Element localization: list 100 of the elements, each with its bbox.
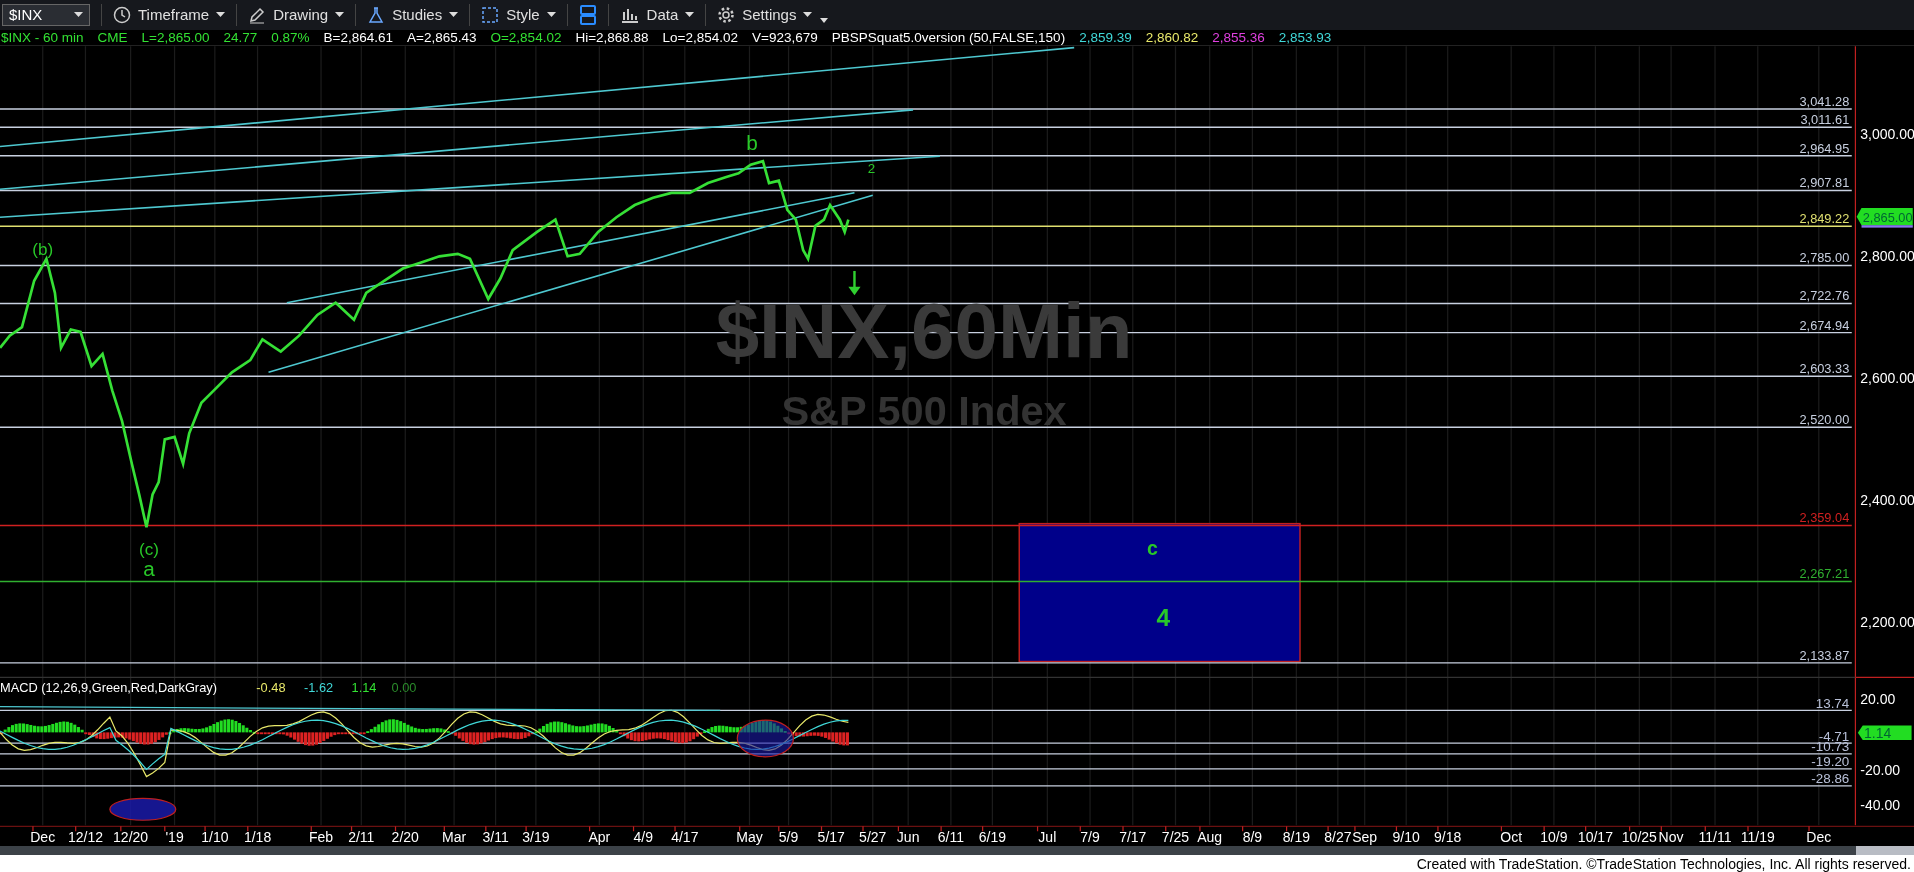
time-axis-label: '19: [165, 829, 184, 846]
time-axis-label: 1/18: [243, 829, 272, 846]
time-axis-label: 12/20: [113, 829, 149, 846]
price-level-label: 2,722.76: [1799, 288, 1850, 304]
price-level-label: 2,520.00: [1799, 412, 1850, 428]
time-axis-label: 6/19: [978, 829, 1007, 846]
macd-axis-label: -40.00: [1860, 797, 1901, 814]
toolbar-menu-button[interactable]: Drawing: [242, 0, 351, 29]
layout-icon: [578, 3, 597, 26]
legend-value: $INX - 60 min: [1, 29, 84, 45]
toolbar-menu-button[interactable]: Settings: [711, 0, 819, 29]
time-axis-label: 11/11: [1698, 829, 1732, 846]
legend-value: O=2,854.02: [490, 29, 562, 45]
macd-legend-value: 0.00: [391, 680, 417, 696]
legend-value: L=2,865.00: [141, 29, 210, 45]
legend-value: Hi=2,868.88: [575, 29, 649, 45]
price-level-label: 2,785.00: [1799, 250, 1850, 266]
macd-legend-value: 1.14: [351, 680, 377, 696]
toolbar-menu-button[interactable]: Data: [613, 0, 701, 29]
time-axis-label: 10/9: [1540, 829, 1568, 846]
copyright-text: Created with TradeStation. ©TradeStation Technologies, Inc. All rights reserved.: [1416, 855, 1911, 872]
price-level-label: 2,603.33: [1799, 361, 1850, 377]
time-axis-label: Oct: [1500, 829, 1523, 846]
legend-value: 2,860.82: [1145, 29, 1199, 45]
time-axis-label: Apr: [588, 829, 611, 846]
legend-value: A=2,865.43: [407, 29, 477, 45]
wave-label: 2: [867, 161, 876, 177]
time-axis-label: 7/9: [1080, 829, 1100, 846]
caret-icon: [335, 11, 345, 18]
horizontal-scrollbar[interactable]: [0, 846, 1914, 856]
price-level-label: 2,964.95: [1799, 140, 1850, 156]
wave-label: b: [746, 131, 758, 155]
legend-value: B=2,864.61: [323, 29, 393, 45]
time-axis-label: 3/19: [522, 829, 550, 846]
legend-value: 2,859.39: [1079, 29, 1132, 45]
last-price-tag: 2,865.00: [1856, 208, 1913, 228]
time-axis-label: 8/19: [1282, 829, 1310, 846]
price-axis-label: 2,200.00: [1860, 614, 1914, 631]
wave-label: (c): [138, 540, 159, 560]
price-axis-label: 2,600.00: [1860, 370, 1914, 387]
wave-label: (b): [32, 240, 54, 260]
time-axis-label: 4/9: [633, 829, 654, 846]
toolbar-menu-button[interactable]: Timeframe: [107, 0, 232, 29]
time-axis-label: 5/9: [778, 829, 799, 846]
time-axis-label: 5/27: [859, 829, 887, 846]
time-axis-label: 1/10: [201, 829, 229, 846]
time-axis-label: 10/25: [1621, 829, 1657, 846]
symbol-dropdown[interactable]: $INX: [2, 3, 90, 26]
macd-level-label: -4.71: [1818, 729, 1850, 745]
time-axis-label: Dec: [30, 829, 56, 846]
macd-legend-value: MACD (12,26,9,Green,Red,DarkGray): [0, 680, 217, 696]
flask-icon: [367, 5, 386, 24]
time-axis-label: 9/18: [1434, 829, 1462, 846]
macd-level-label: -19.20: [1811, 754, 1850, 770]
legend-value: 2,853.93: [1278, 29, 1332, 45]
time-axis-label: 5/17: [817, 829, 845, 846]
price-axis-label: 3,000.00: [1860, 126, 1914, 143]
macd-axis-label: 20.00: [1860, 691, 1896, 708]
caret-icon: [74, 11, 83, 18]
scrollbar-thumb[interactable]: [1856, 846, 1914, 856]
macd-legend-value: -1.62: [303, 680, 334, 696]
legend-value: Lo=2,854.02: [662, 29, 739, 45]
clock-icon: [113, 5, 131, 24]
time-axis-label: May: [736, 829, 763, 846]
caret-icon: [546, 11, 556, 18]
price-level-label: 2,267.21: [1799, 566, 1850, 582]
price-level-label: 2,907.81: [1799, 175, 1850, 191]
time-axis-label: 8/9: [1242, 829, 1263, 846]
macd-value-tag: 1.14: [1857, 725, 1912, 741]
time-axis-label: 2/20: [391, 829, 419, 846]
pencil-icon: [248, 5, 267, 24]
dashed-square-icon: [481, 5, 500, 24]
gear-icon: [717, 5, 736, 24]
highlight-ellipse: [736, 719, 795, 758]
time-axis-label: 3/11: [482, 829, 509, 846]
time-axis-label: 4/17: [671, 829, 699, 846]
time-axis-label: Sep: [1352, 829, 1378, 846]
highlight-ellipse: [109, 798, 177, 822]
legend-value: 0.87%: [271, 29, 310, 45]
overflow-caret-icon[interactable]: [820, 17, 829, 24]
time-axis-label: 7/25: [1161, 829, 1190, 846]
time-axis-label: Nov: [1658, 829, 1684, 846]
time-axis-label: 12/12: [67, 829, 103, 846]
legend-value: PBSPSquat5.0version (50,FALSE,150): [831, 29, 1066, 45]
time-axis-label: 8/27: [1324, 829, 1352, 846]
time-axis-label: 9/10: [1392, 829, 1420, 846]
time-axis-label: Dec: [1806, 829, 1832, 846]
time-axis-label: Mar: [442, 829, 467, 846]
price-axis-label: 2,800.00: [1860, 248, 1914, 265]
macd-level-label: -28.86: [1811, 771, 1850, 787]
time-axis-label: 10/17: [1577, 829, 1613, 846]
time-axis-label: 7/17: [1119, 829, 1147, 846]
macd-legend-value: -0.48: [256, 680, 286, 696]
caret-icon: [216, 11, 226, 18]
toolbar-menu-button[interactable]: Style: [475, 0, 562, 29]
price-level-label: 2,359.04: [1799, 510, 1850, 526]
toolbar-menu-button[interactable]: Studies: [361, 0, 465, 29]
caret-icon: [685, 11, 695, 18]
time-axis-label: Aug: [1197, 829, 1223, 846]
wave-label: a: [143, 557, 155, 581]
